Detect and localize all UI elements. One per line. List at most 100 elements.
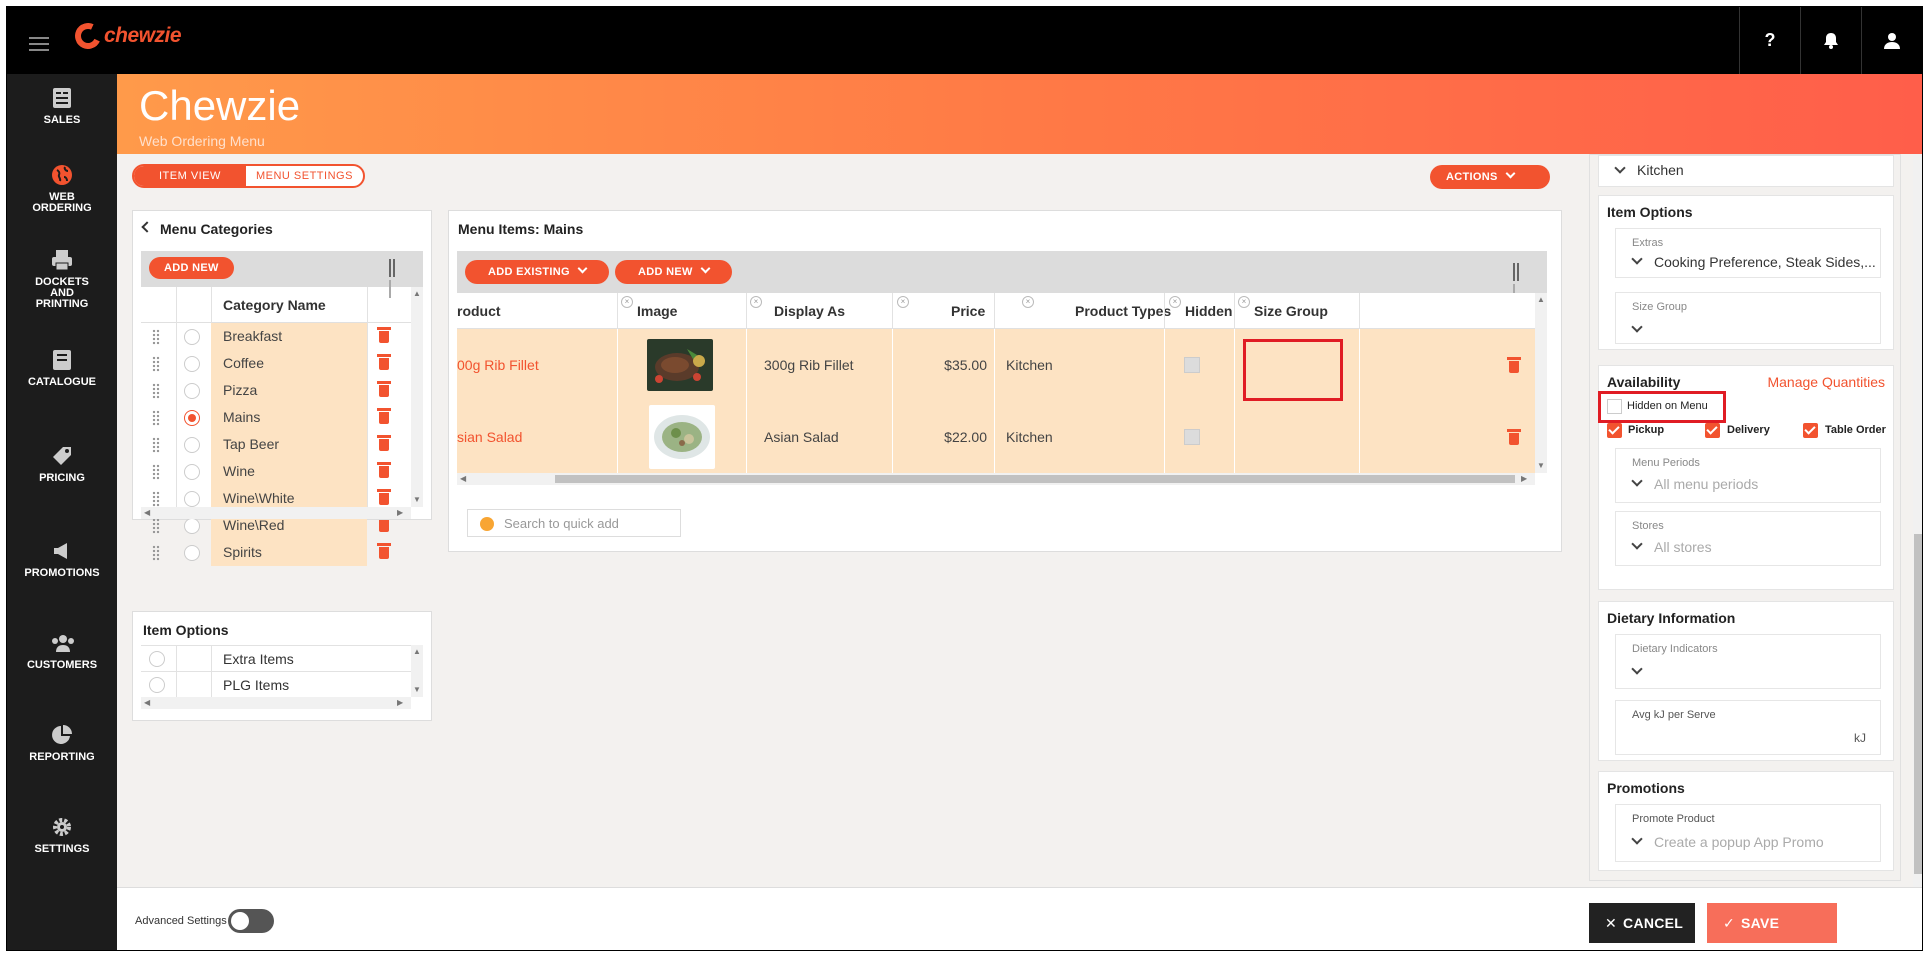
columns-icon[interactable] bbox=[389, 259, 399, 298]
remove-column-icon[interactable]: × bbox=[1022, 296, 1034, 308]
item-option-radio[interactable] bbox=[149, 677, 165, 693]
manage-quantities-link[interactable]: Manage Quantities bbox=[1767, 374, 1885, 390]
actions-button[interactable]: ACTIONS bbox=[1430, 165, 1550, 189]
columns-icon[interactable] bbox=[1513, 263, 1523, 302]
category-radio[interactable] bbox=[184, 437, 200, 453]
item-option-row[interactable]: Extra Items bbox=[141, 646, 411, 672]
drag-handle-icon[interactable] bbox=[152, 329, 160, 345]
sidebar-item-web-ordering[interactable]: WEB ORDERING bbox=[7, 164, 117, 214]
sidebar-item-settings[interactable]: SETTINGS bbox=[7, 816, 117, 855]
category-radio[interactable] bbox=[184, 491, 200, 507]
pickup-checkbox[interactable] bbox=[1607, 423, 1622, 438]
category-row[interactable]: Pizza bbox=[141, 377, 411, 404]
drag-handle-icon[interactable] bbox=[152, 356, 160, 372]
category-radio[interactable] bbox=[184, 518, 200, 534]
extras-field[interactable]: Extras Cooking Preference, Steak Sides,.… bbox=[1615, 228, 1881, 278]
item-options-hscrollbar[interactable]: ◀ ▶ bbox=[141, 697, 411, 709]
menu-items-hscrollbar[interactable]: ◀ ▶ bbox=[457, 473, 1535, 485]
page-scrollbar[interactable] bbox=[1913, 154, 1922, 887]
add-category-button[interactable]: ADD NEW bbox=[149, 257, 234, 279]
trash-icon[interactable] bbox=[1507, 329, 1521, 401]
trash-icon[interactable] bbox=[1507, 401, 1521, 473]
column-display-as[interactable]: Display As bbox=[774, 293, 845, 329]
column-image[interactable]: Image bbox=[637, 293, 677, 329]
remove-column-icon[interactable]: × bbox=[1238, 296, 1250, 308]
item-option-row[interactable]: PLG Items bbox=[141, 672, 411, 698]
remove-column-icon[interactable]: × bbox=[621, 296, 633, 308]
table-row[interactable]: sian Salad Asian Salad $22.00 Kitchen bbox=[457, 401, 1535, 473]
back-arrow-icon[interactable] bbox=[141, 221, 153, 233]
trash-icon[interactable] bbox=[377, 489, 391, 505]
add-existing-button[interactable]: ADD EXISTING bbox=[465, 260, 609, 284]
trash-icon[interactable] bbox=[377, 408, 391, 424]
quick-add-search[interactable]: Search to quick add bbox=[467, 509, 681, 537]
add-new-item-button[interactable]: ADD NEW bbox=[615, 260, 732, 284]
drag-handle-icon[interactable] bbox=[152, 491, 160, 507]
hamburger-menu-icon[interactable] bbox=[29, 37, 49, 51]
hidden-checkbox[interactable] bbox=[1184, 429, 1200, 445]
sidebar-item-pricing[interactable]: PRICING bbox=[7, 445, 117, 484]
column-size-group[interactable]: Size Group bbox=[1254, 293, 1328, 329]
category-radio[interactable] bbox=[184, 383, 200, 399]
sidebar-item-reporting[interactable]: REPORTING bbox=[7, 724, 117, 763]
drag-handle-icon[interactable] bbox=[152, 545, 160, 561]
drag-handle-icon[interactable] bbox=[152, 437, 160, 453]
remove-column-icon[interactable]: × bbox=[1169, 296, 1181, 308]
category-radio[interactable] bbox=[184, 464, 200, 480]
item-option-radio[interactable] bbox=[149, 651, 165, 667]
category-radio[interactable] bbox=[184, 356, 200, 372]
delivery-checkbox[interactable] bbox=[1705, 423, 1720, 438]
remove-column-icon[interactable]: × bbox=[750, 296, 762, 308]
category-row[interactable]: Spirits bbox=[141, 539, 411, 566]
category-radio-selected[interactable] bbox=[184, 410, 200, 426]
category-radio[interactable] bbox=[184, 545, 200, 561]
size-group-field[interactable]: Size Group bbox=[1615, 292, 1881, 344]
sidebar-item-catalogue[interactable]: CATALOGUE bbox=[7, 349, 117, 388]
stores-field[interactable]: Stores All stores bbox=[1615, 511, 1881, 566]
sidebar-item-promotions[interactable]: PROMOTIONS bbox=[7, 540, 117, 579]
chevron-down-icon[interactable] bbox=[1614, 162, 1626, 174]
column-price[interactable]: Price bbox=[951, 293, 985, 329]
menu-periods-field[interactable]: Menu Periods All menu periods bbox=[1615, 448, 1881, 503]
trash-icon[interactable] bbox=[377, 543, 391, 559]
column-hidden[interactable]: Hidden bbox=[1185, 293, 1232, 329]
menu-items-vscrollbar[interactable]: ▲ ▼ bbox=[1535, 293, 1547, 473]
trash-icon[interactable] bbox=[377, 327, 391, 343]
bell-icon[interactable] bbox=[1800, 7, 1861, 74]
kitchen-value[interactable]: Kitchen bbox=[1637, 162, 1684, 178]
product-name[interactable]: 00g Rib Fillet bbox=[457, 329, 539, 401]
save-menu-button[interactable]: ✓SAVE MENU bbox=[1707, 903, 1837, 943]
trash-icon[interactable] bbox=[377, 462, 391, 478]
promote-product-field[interactable]: Promote Product Create a popup App Promo bbox=[1615, 804, 1881, 862]
remove-column-icon[interactable]: × bbox=[897, 296, 909, 308]
sidebar-item-sales[interactable]: SALES bbox=[7, 87, 117, 126]
drag-handle-icon[interactable] bbox=[152, 410, 160, 426]
category-row[interactable]: Breakfast bbox=[141, 323, 411, 350]
trash-icon[interactable] bbox=[377, 354, 391, 370]
help-icon[interactable]: ? bbox=[1739, 7, 1800, 74]
category-row[interactable]: Tap Beer bbox=[141, 431, 411, 458]
category-row[interactable]: Wine bbox=[141, 458, 411, 485]
tab-menu-settings[interactable]: MENU SETTINGS bbox=[246, 166, 363, 186]
categories-vscrollbar[interactable]: ▲ ▼ bbox=[411, 287, 423, 507]
categories-hscrollbar[interactable]: ◀ ▶ bbox=[141, 507, 411, 519]
trash-icon[interactable] bbox=[377, 435, 391, 451]
column-product[interactable]: roduct bbox=[457, 293, 501, 329]
category-radio[interactable] bbox=[184, 329, 200, 345]
hidden-checkbox[interactable] bbox=[1184, 357, 1200, 373]
cancel-button[interactable]: ✕ CANCEL bbox=[1589, 903, 1695, 943]
trash-icon[interactable] bbox=[377, 381, 391, 397]
drag-handle-icon[interactable] bbox=[152, 518, 160, 534]
hscroll-thumb[interactable] bbox=[555, 475, 1515, 483]
chewzie-logo[interactable]: chewzie bbox=[71, 19, 182, 53]
item-options-vscrollbar[interactable]: ▲ ▼ bbox=[411, 645, 423, 697]
tab-item-view[interactable]: ITEM VIEW bbox=[134, 166, 246, 186]
user-icon[interactable] bbox=[1861, 7, 1922, 74]
advanced-settings-toggle[interactable] bbox=[228, 909, 274, 933]
column-product-types[interactable]: Product Types bbox=[1075, 293, 1171, 329]
table-row[interactable]: 00g Rib Fillet 300g Rib Fillet $35.00 Ki… bbox=[457, 329, 1535, 401]
dietary-indicators-field[interactable]: Dietary Indicators bbox=[1615, 634, 1881, 689]
sidebar-item-dockets[interactable]: DOCKETS AND PRINTING bbox=[7, 249, 117, 310]
product-name[interactable]: sian Salad bbox=[457, 401, 522, 473]
sidebar-item-customers[interactable]: CUSTOMERS bbox=[7, 632, 117, 671]
